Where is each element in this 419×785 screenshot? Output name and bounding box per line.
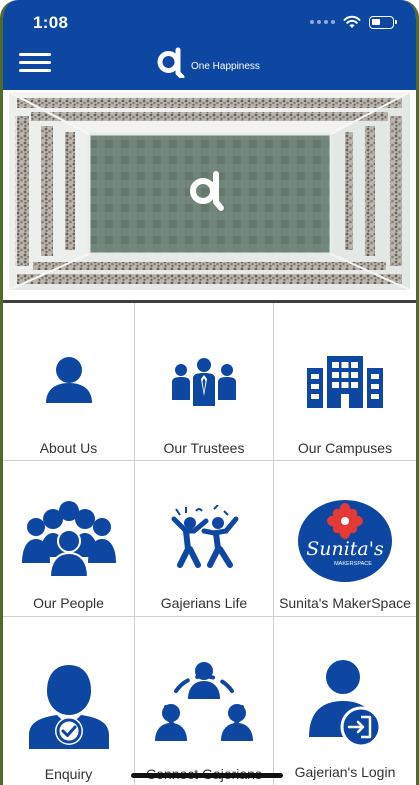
- alpha-logo-icon: [157, 47, 185, 78]
- tile-label: Our Campuses: [297, 440, 393, 456]
- hamburger-menu-icon[interactable]: [19, 53, 53, 73]
- tile-gajerians-login[interactable]: Gajerian's Login: [274, 617, 416, 785]
- buildings-icon: [307, 356, 383, 408]
- tile-sunitas-makerspace[interactable]: Sunita's MAKERSPACE Sunita's MakerSpace: [274, 461, 416, 617]
- connect-people-icon: [155, 662, 253, 741]
- app-header: 1:08 One Happiness: [3, 0, 416, 90]
- battery-icon: [369, 15, 397, 29]
- trustees-group-icon: [172, 358, 236, 406]
- people-group-icon: [21, 501, 116, 577]
- tile-label: Our Trustees: [163, 440, 245, 456]
- celebration-icon: [171, 505, 239, 568]
- login-person-icon: [309, 660, 382, 747]
- status-bar: 1:08: [3, 0, 416, 44]
- tile-about-us[interactable]: About Us: [3, 303, 135, 461]
- menu-grid: About Us Our Trustees Our Campuses Our P…: [3, 303, 416, 785]
- brand-name: One Happiness: [191, 60, 260, 72]
- tile-enquiry[interactable]: Enquiry: [3, 617, 135, 785]
- campus-aerial-image: [9, 92, 410, 290]
- tile-label: Gajerians Life: [160, 595, 248, 611]
- brand-logo: One Happiness: [155, 46, 260, 78]
- tile-label: Our People: [33, 595, 104, 611]
- enquiry-person-check-icon: [28, 665, 109, 749]
- signal-icon: [310, 20, 335, 24]
- wifi-icon: [343, 15, 361, 28]
- tile-our-people[interactable]: Our People: [3, 461, 135, 617]
- makerspace-logo-subtext: MAKERSPACE: [334, 561, 372, 567]
- tile-label: Gajerian's Login: [294, 764, 396, 780]
- tile-our-campuses[interactable]: Our Campuses: [274, 303, 416, 461]
- makerspace-logo-icon: Sunita's MAKERSPACE: [298, 500, 392, 582]
- tile-label: About Us: [39, 440, 98, 456]
- tile-label: Enquiry: [44, 766, 93, 782]
- tile-label: Sunita's MakerSpace: [279, 595, 411, 611]
- tile-our-trustees[interactable]: Our Trustees: [135, 303, 274, 461]
- hero-banner: [9, 92, 410, 290]
- tile-gajerians-life[interactable]: Gajerians Life: [135, 461, 274, 617]
- tile-connect-gajerians[interactable]: Connect Gajerians: [135, 617, 274, 785]
- app-screen: 1:08 One Happiness About Us Our Trustees…: [0, 0, 419, 785]
- person-icon: [45, 357, 92, 403]
- status-time: 1:08: [33, 13, 69, 32]
- home-indicator[interactable]: [131, 773, 283, 778]
- makerspace-logo-text: Sunita's: [306, 538, 384, 560]
- status-icons: [310, 13, 397, 31]
